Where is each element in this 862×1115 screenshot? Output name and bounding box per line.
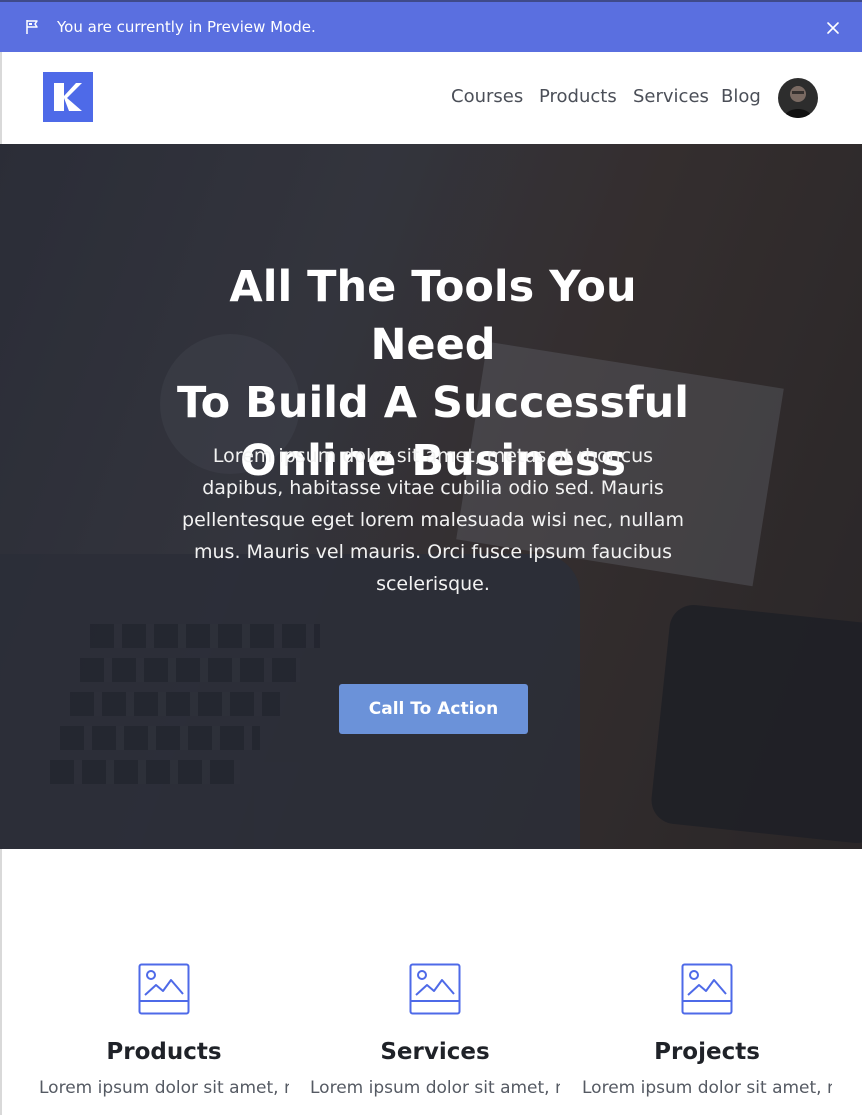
feature-text: Lorem ipsum dolor sit amet, metus at rho… [310,1078,560,1098]
feature-text: Lorem ipsum dolor sit amet, metus at rho… [39,1078,289,1098]
image-icon [681,963,733,1015]
preview-mode-message: You are currently in Preview Mode. [57,18,316,36]
feature-text: Lorem ipsum dolor sit amet, metus at rho… [582,1078,832,1098]
image-icon [409,963,461,1015]
hero-description: Lorem ipsum dolor sit amet, metus at rho… [182,445,684,595]
avatar-icon [784,86,812,118]
hero-title-line-1: All The Tools You Need [229,262,637,370]
close-icon[interactable] [824,19,842,37]
features-section: Products Lorem ipsum dolor sit amet, met… [0,849,862,1115]
nav-link-courses[interactable]: Courses [451,86,523,110]
feature-title: Products [106,1039,222,1065]
site-header: Courses Products Services Blog [0,52,862,144]
nav-link-blog[interactable]: Blog [721,86,761,110]
logo-mark-icon [54,83,82,111]
flag-icon [26,20,38,34]
user-avatar[interactable] [778,78,818,118]
hero-section: All The Tools You Need To Build A Succes… [0,144,862,849]
nav-link-products[interactable]: Products [539,86,617,110]
image-icon [138,963,190,1015]
call-to-action-button[interactable]: Call To Action [339,684,528,734]
feature-title: Services [380,1039,490,1065]
preview-mode-bar: You are currently in Preview Mode. [0,0,862,52]
hero-title-line-2: To Build A Successful [177,378,689,428]
kajabi-logo[interactable] [43,72,93,122]
feature-title: Projects [654,1039,760,1065]
nav-link-services[interactable]: Services [633,86,709,110]
